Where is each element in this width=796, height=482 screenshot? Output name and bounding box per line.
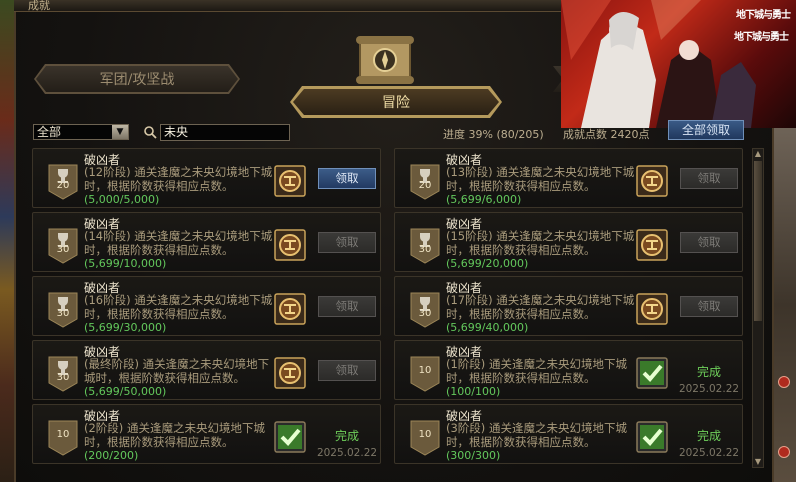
achievement-progress-count: (5,699/20,000): [446, 257, 529, 270]
claim-button[interactable]: 领取: [318, 232, 376, 253]
achievement-progress-count: (100/100): [446, 385, 501, 398]
badge-points: 20: [56, 180, 70, 191]
achievement-desc: (2阶段) 通关逢魔之未央幻境地下城时，根据阶数获得相应点数。: [84, 421, 265, 449]
category-select[interactable]: 全部 ▼: [33, 124, 129, 140]
achievement-progress-count: (5,699/30,000): [84, 321, 167, 334]
achievement-desc: (13阶段) 通关逢魔之未央幻境地下城时，根据阶数获得相应点数。: [446, 165, 635, 193]
achievement-points: 成就点数 2420点: [563, 128, 650, 141]
achievement-card: 10 破凶者 (1阶段) 通关逢魔之未央幻境地下城时，根据阶数获得相应点数。 (…: [394, 340, 743, 400]
promo-banner[interactable]: 地下城与勇士 地下城与勇士: [561, 0, 796, 128]
achievement-progress-count: (300/300): [446, 449, 501, 462]
achievement-list: 20 破凶者 (12阶段) 通关逢魔之未央幻境地下城时，根据阶数获得相应点数。 …: [30, 146, 746, 468]
achievement-progress-count: (5,699/10,000): [84, 257, 167, 270]
achievement-progress-count: (5,699/6,000): [446, 193, 522, 206]
complete-date: 2025.02.22: [678, 383, 740, 395]
complete-date: 2025.02.22: [678, 447, 740, 459]
claim-button[interactable]: 领取: [318, 360, 376, 381]
hud-indicator-dot: [778, 376, 790, 388]
achievement-card: 30 破凶者 (16阶段) 通关逢魔之未央幻境地下城时，根据阶数获得相应点数。 …: [32, 276, 381, 336]
badge-points: 30: [418, 308, 432, 319]
achievement-card: 10 破凶者 (3阶段) 通关逢魔之未央幻境地下城时，根据阶数获得相应点数。 (…: [394, 404, 743, 464]
search-icon: [144, 126, 157, 139]
achievement-card: 30 破凶者 (17阶段) 通关逢魔之未央幻境地下城时，根据阶数获得相应点数。 …: [394, 276, 743, 336]
status-complete: 完成: [334, 429, 359, 443]
hud-indicator-dot: [778, 446, 790, 458]
claim-button[interactable]: 领取: [318, 296, 376, 317]
reward-chest-icon[interactable]: [274, 293, 306, 325]
badge-points: 20: [418, 180, 432, 191]
reward-chest-icon[interactable]: [636, 165, 668, 197]
achievement-card: 20 破凶者 (13阶段) 通关逢魔之未央幻境地下城时，根据阶数获得相应点数。 …: [394, 148, 743, 208]
badge-points: 10: [56, 429, 70, 440]
scroll-down-arrow-icon[interactable]: ▼: [753, 457, 763, 467]
achievement-desc: (17阶段) 通关逢魔之未央幻境地下城时，根据阶数获得相应点数。: [446, 293, 635, 321]
category-select-value: 全部: [37, 125, 62, 139]
claim-button[interactable]: 领取: [680, 232, 738, 253]
window-title: 成就: [28, 0, 50, 12]
achievement-desc: (16阶段) 通关逢魔之未央幻境地下城时，根据阶数获得相应点数。: [84, 293, 273, 321]
list-scrollbar[interactable]: ▲ ▼: [752, 148, 764, 468]
status-complete: 完成: [696, 365, 721, 379]
badge-points: 30: [56, 372, 70, 383]
search-input[interactable]: 未央: [160, 124, 290, 141]
achievement-progress-count: (5,699/50,000): [84, 385, 167, 398]
badge-points: 10: [418, 429, 432, 440]
chevron-down-icon[interactable]: ▼: [112, 125, 128, 139]
reward-chest-icon[interactable]: [274, 229, 306, 261]
complete-date: 2025.02.22: [316, 447, 378, 459]
achievement-desc: (14阶段) 通关逢魔之未央幻境地下城时，根据阶数获得相应点数。: [84, 229, 273, 257]
scroll-up-arrow-icon[interactable]: ▲: [753, 149, 763, 159]
reward-chest-icon[interactable]: [274, 165, 306, 197]
claim-all-button[interactable]: 全部领取: [668, 120, 744, 140]
game-hud-right-edge: [774, 128, 796, 482]
checkmark-icon[interactable]: [636, 357, 668, 389]
reward-chest-icon[interactable]: [636, 229, 668, 261]
status-complete: 完成: [696, 429, 721, 443]
badge-points: 30: [418, 244, 432, 255]
checkmark-icon[interactable]: [274, 421, 306, 453]
achievement-desc: (15阶段) 通关逢魔之未央幻境地下城时，根据阶数获得相应点数。: [446, 229, 635, 257]
badge-points: 10: [418, 365, 432, 376]
achievement-card: 10 破凶者 (2阶段) 通关逢魔之未央幻境地下城时，根据阶数获得相应点数。 (…: [32, 404, 381, 464]
tab-adventure[interactable]: 冒险: [293, 89, 499, 115]
game-logo: 地下城与勇士: [736, 10, 791, 21]
achievement-desc: (12阶段) 通关逢魔之未央幻境地下城时，根据阶数获得相应点数。: [84, 165, 273, 193]
claim-button[interactable]: 领取: [318, 168, 376, 189]
achievement-desc: (3阶段) 通关逢魔之未央幻境地下城时，根据阶数获得相应点数。: [446, 421, 627, 449]
checkmark-icon[interactable]: [636, 421, 668, 453]
game-logo-secondary: 地下城与勇士: [734, 32, 789, 43]
claim-button[interactable]: 领取: [680, 296, 738, 317]
badge-points: 30: [56, 244, 70, 255]
achievement-card: 30 破凶者 (14阶段) 通关逢魔之未央幻境地下城时，根据阶数获得相应点数。 …: [32, 212, 381, 272]
achievement-progress-count: (200/200): [84, 449, 139, 462]
achievement-progress-count: (5,000/5,000): [84, 193, 160, 206]
claim-button[interactable]: 领取: [680, 168, 738, 189]
achievement-card: 30 破凶者 (最终阶段) 通关逢魔之未央幻境地下城时，根据阶数获得相应点数。 …: [32, 340, 381, 400]
achievement-progress-count: (5,699/40,000): [446, 321, 529, 334]
scrollbar-thumb[interactable]: [754, 161, 762, 321]
game-hud-left-edge: [0, 0, 14, 482]
reward-chest-icon[interactable]: [274, 357, 306, 389]
achievement-progress: 进度 39% (80/205): [443, 128, 544, 141]
badge-points: 30: [56, 308, 70, 319]
achievement-card: 30 破凶者 (15阶段) 通关逢魔之未央幻境地下城时，根据阶数获得相应点数。 …: [394, 212, 743, 272]
achievement-desc: (最终阶段) 通关逢魔之未央幻境地下城时，根据阶数获得相应点数。: [84, 357, 270, 385]
achievement-card: 20 破凶者 (12阶段) 通关逢魔之未央幻境地下城时，根据阶数获得相应点数。 …: [32, 148, 381, 208]
reward-chest-icon[interactable]: [636, 293, 668, 325]
achievement-desc: (1阶段) 通关逢魔之未央幻境地下城时，根据阶数获得相应点数。: [446, 357, 627, 385]
tab-legion-siege[interactable]: 军团/攻坚战: [36, 66, 238, 92]
